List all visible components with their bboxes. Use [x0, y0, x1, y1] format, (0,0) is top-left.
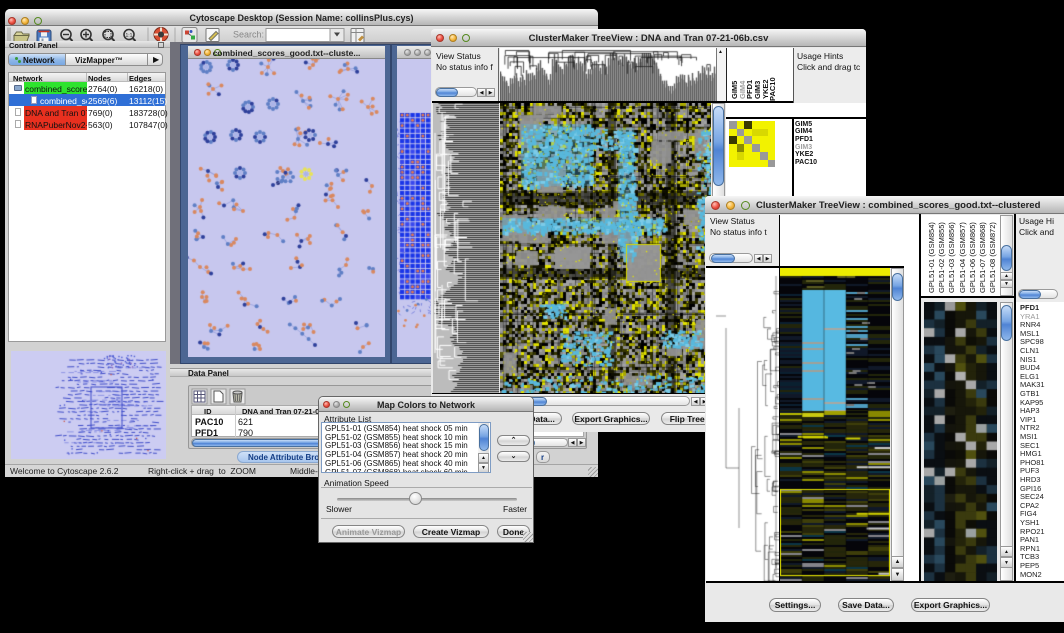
svg-text:1:1: 1:1 — [126, 33, 133, 39]
svg-text:Search:: Search: — [233, 30, 264, 40]
